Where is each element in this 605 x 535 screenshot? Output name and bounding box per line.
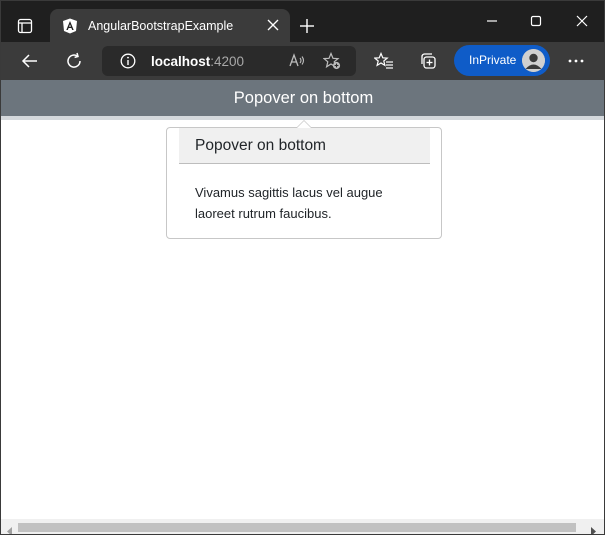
angular-logo-icon (62, 18, 78, 34)
popover-arrow-fill (297, 121, 311, 128)
browser-tab[interactable]: AngularBootstrapExample (50, 9, 290, 42)
popover-body: Vivamus sagittis lacus vel augue laoreet… (195, 185, 383, 221)
url-port: :4200 (210, 54, 245, 69)
inprivate-label: InPrivate (469, 53, 517, 67)
inprivate-button[interactable]: InPrivate (454, 45, 550, 76)
title-bar: AngularBootstrapExample (1, 1, 604, 42)
avatar (522, 49, 545, 72)
page-content: Popover on bottom Popover on bottom Viva… (1, 80, 604, 521)
more-icon[interactable] (562, 47, 590, 75)
popover: Popover on bottom Vivamus sagittis lacus… (166, 120, 442, 239)
favorites-icon[interactable] (370, 47, 398, 75)
read-aloud-icon[interactable] (288, 52, 306, 75)
url-text: localhost:4200 (151, 54, 244, 69)
scroll-left-icon[interactable] (7, 523, 13, 534)
browser-toolbar: localhost:4200 InPrivate (1, 42, 604, 80)
browser-window: AngularBootstrapExample localhost:4200 I… (0, 0, 605, 535)
scroll-right-icon[interactable] (590, 523, 596, 534)
close-icon[interactable] (266, 18, 280, 32)
back-arrow-icon[interactable] (16, 47, 44, 75)
plus-icon[interactable] (296, 15, 318, 37)
window-close-icon[interactable] (567, 9, 597, 33)
refresh-icon[interactable] (60, 47, 88, 75)
collections-icon[interactable] (414, 47, 442, 75)
tab-actions-icon[interactable] (11, 12, 39, 40)
info-icon[interactable] (120, 53, 136, 74)
popover-header: Popover on bottom (179, 128, 430, 164)
maximize-icon[interactable] (521, 9, 551, 33)
horizontal-scrollbar[interactable] (1, 519, 604, 534)
scrollbar-thumb[interactable] (18, 523, 576, 532)
address-bar[interactable]: localhost:4200 (102, 46, 356, 76)
tab-title: AngularBootstrapExample (88, 18, 234, 33)
popover-trigger-button[interactable]: Popover on bottom (1, 80, 604, 120)
minimize-icon[interactable] (477, 9, 507, 33)
url-host: localhost (151, 54, 211, 69)
add-favorite-icon[interactable] (322, 51, 341, 75)
